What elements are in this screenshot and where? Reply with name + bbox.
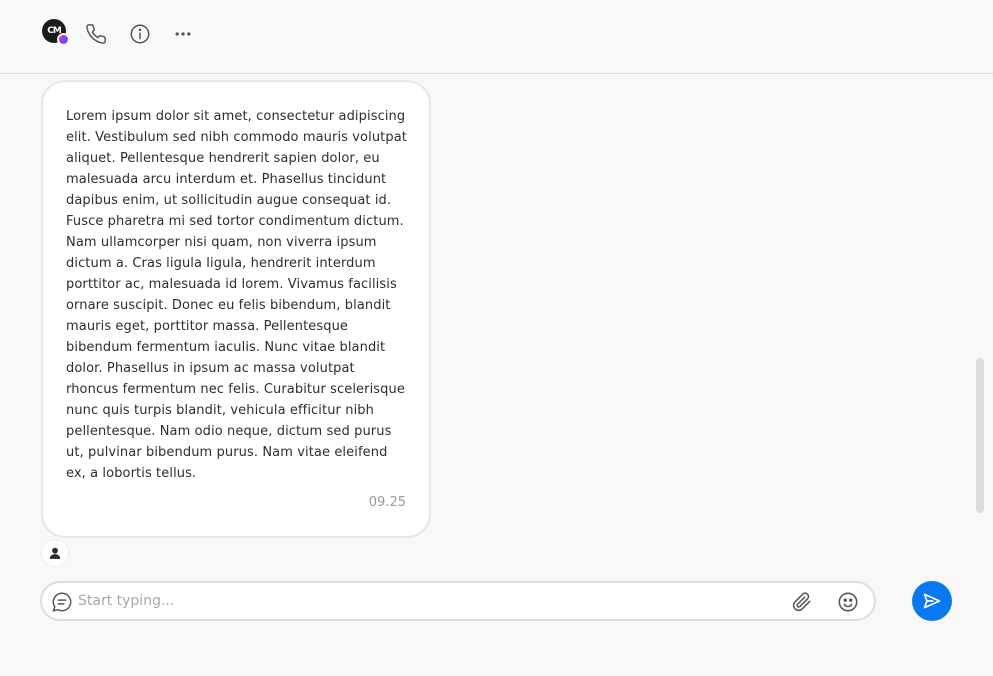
attach-button[interactable] [790,590,814,614]
send-icon [923,593,941,609]
scrollbar-thumb[interactable] [976,358,984,513]
more-options-button[interactable] [169,20,197,48]
message-bubble[interactable]: Lorem ipsum dolor sit amet, consectetur … [41,80,431,538]
smiley-icon [838,592,858,612]
message-list[interactable]: Lorem ipsum dolor sit amet, consectetur … [0,75,993,567]
message-input[interactable] [78,589,768,613]
message-timestamp: 09.25 [368,495,406,510]
user-icon [49,547,61,559]
messenger-badge-icon [57,33,70,46]
phone-button[interactable] [82,20,110,48]
chat-bubble-icon [50,590,74,614]
phone-icon [86,24,106,44]
chat-header: CM [0,0,993,74]
message-composer [40,581,876,621]
paperclip-icon [792,592,811,612]
emoji-button[interactable] [836,590,860,614]
info-icon [130,24,150,44]
more-icon [175,32,191,36]
brand-avatar[interactable]: CM [42,19,70,46]
send-button[interactable] [912,581,952,621]
info-button[interactable] [126,20,154,48]
message-text: Lorem ipsum dolor sit amet, consectetur … [66,109,407,481]
sender-avatar [41,539,69,567]
